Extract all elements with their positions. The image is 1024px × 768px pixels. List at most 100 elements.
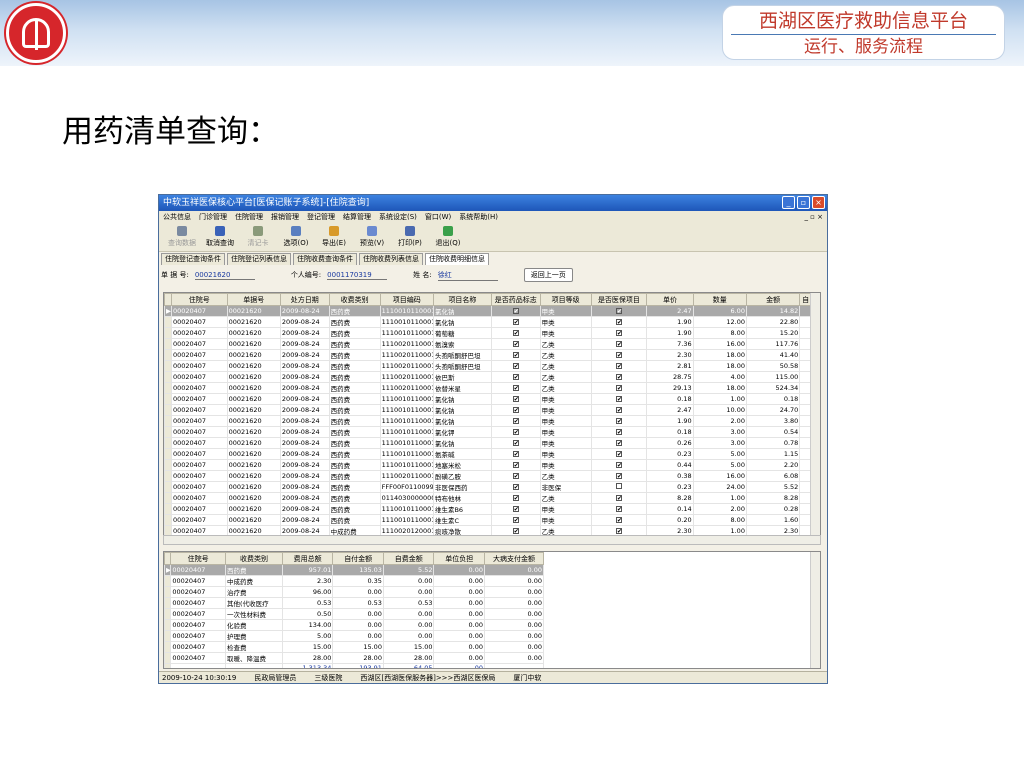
table-cell: ✔ (490, 415, 541, 427)
table-row[interactable]: 00020407 检查费 15.00 15.00 15.00 0.00 0.00 (164, 641, 544, 653)
table-row[interactable]: 00020407 一次性材料费 0.50 0.00 0.00 0.00 0.00 (164, 608, 544, 620)
toolbar-button[interactable]: 预览(V) (355, 224, 389, 251)
table-row[interactable]: 00020407 00021620 2009-08-24 西药费 11100201100… (164, 338, 812, 350)
table-row[interactable]: 00020407 00021620 2009-08-24 西药费 11100201100… (164, 470, 812, 482)
close-button[interactable]: × (812, 196, 825, 209)
column-header[interactable]: 是否医保项目 (590, 293, 648, 306)
column-header[interactable]: 项目名称 (432, 293, 492, 306)
toolbar-button[interactable]: 选项(O) (279, 224, 313, 251)
table-cell: 11100101100010 (379, 327, 434, 339)
table-cell: 2009-08-24 (279, 470, 330, 482)
table-row[interactable]: 00020407 00021620 2009-08-24 西药费 11100101100… (164, 393, 812, 405)
toolbar-label: 预览(V) (359, 239, 385, 247)
column-header[interactable]: 单据号 (226, 293, 281, 306)
column-header[interactable]: 大病支付金额 (484, 552, 544, 565)
table-row[interactable]: 00020407 00021620 2009-08-24 西药费 11100101100… (164, 448, 812, 460)
tab[interactable]: 住院登记列表信息 (227, 253, 291, 265)
column-header[interactable]: 项目等级 (539, 293, 592, 306)
toolbar-button[interactable]: 退出(Q) (431, 224, 465, 251)
column-header[interactable]: 自付金额 (332, 552, 384, 565)
table-row[interactable]: ▶ 00020407 00021620 2009-08-24 西药费 1110010110… (164, 305, 812, 317)
table-row[interactable]: 00020407 取暖、降温费 28.00 28.00 28.00 0.00 0.00 (164, 652, 544, 664)
menu-item[interactable]: 报销管理 (271, 211, 299, 224)
window-title: 中软玉祥医保核心平台[医保记账子系统]-[住院查询] (163, 198, 370, 208)
menu-item[interactable]: 住院管理 (235, 211, 263, 224)
table-cell: 00020407 (170, 338, 228, 350)
table-cell: 8.00 (692, 514, 747, 526)
table-cell: ✔ (590, 503, 648, 515)
menu-item[interactable]: 门诊管理 (199, 211, 227, 224)
menu-item[interactable]: 系统设定(S) (379, 211, 417, 224)
column-header[interactable]: 数量 (692, 293, 747, 306)
table-row[interactable]: 00020407 治疗费 96.00 0.00 0.00 0.00 0.00 (164, 586, 544, 598)
detail-grid-vscroll[interactable] (810, 293, 820, 535)
column-header[interactable]: 是否药品标志 (490, 293, 541, 306)
menu-item[interactable]: 系统帮助(H) (459, 211, 498, 224)
table-row[interactable]: 00020407 护理费 5.00 0.00 0.00 0.00 0.00 (164, 630, 544, 642)
minimize-button[interactable]: _ (782, 196, 795, 209)
menu-item[interactable]: 公共信息 (163, 211, 191, 224)
table-row[interactable]: 00020407 化验费 134.00 0.00 0.00 0.00 0.00 (164, 619, 544, 631)
table-cell: 0.00 (484, 608, 544, 620)
table-row[interactable]: 00020407 00021620 2009-08-24 西药费 11100201100… (164, 382, 812, 394)
tab[interactable]: 住院收费列表信息 (359, 253, 423, 265)
maximize-button[interactable]: ▫ (797, 196, 810, 209)
table-cell: 氯化钾 (432, 426, 492, 438)
table-cell: 0.00 (433, 564, 486, 576)
column-header[interactable]: 单位负担 (433, 552, 486, 565)
column-header[interactable]: 单价 (646, 293, 694, 306)
back-button[interactable]: 返回上一页 (523, 268, 573, 282)
menu-bar: 公共信息 门诊管理 住院管理 报销管理 登记管理 结算管理 系统设定(S) 窗口(W) 系统帮助… (159, 211, 827, 224)
table-cell: 特布他林 (432, 492, 492, 504)
table-cell: 0.23 (646, 481, 694, 493)
column-header[interactable]: 住院号 (170, 293, 228, 306)
table-row[interactable]: 00020407 00021620 2009-08-24 西药费 11100201100… (164, 360, 812, 372)
table-cell: 00021620 (226, 503, 281, 515)
column-header[interactable]: 费用总额 (281, 552, 334, 565)
toolbar-button[interactable]: 导出(E) (317, 224, 351, 251)
table-row[interactable]: 00020407 00021620 2009-08-24 西药费 11100101100… (164, 514, 812, 526)
table-row[interactable]: ▶ 00020407 西药费 957.01 135.03 5.52 0.00 0.00 (164, 564, 544, 576)
table-row[interactable]: 00020407 00021620 2009-08-24 西药费 11100101100… (164, 404, 812, 416)
table-cell: 28.00 (281, 652, 334, 664)
column-header[interactable]: 住院号 (170, 552, 227, 565)
table-row[interactable]: 00020407 00021620 2009-08-24 西药费 01140300000… (164, 492, 812, 504)
menu-item[interactable]: 登记管理 (307, 211, 335, 224)
column-header[interactable]: 自费金额 (382, 552, 435, 565)
menu-item[interactable]: 窗口(W) (425, 211, 451, 224)
table-row[interactable]: 00020407 其他(代收医疗 0.53 0.53 0.53 0.00 0.00 (164, 597, 544, 609)
column-header[interactable]: 金额 (745, 293, 801, 306)
table-row[interactable]: 00020407 00021620 2009-08-24 西药费 11100101100… (164, 415, 812, 427)
column-header[interactable]: 收费类别 (225, 552, 283, 565)
table-row[interactable]: 00020407 00021620 2009-08-24 西药费 11100101100… (164, 437, 812, 449)
column-header[interactable]: 项目编码 (379, 293, 434, 306)
table-row[interactable]: 00020407 中成药费 2.30 0.35 0.00 0.00 0.00 (164, 575, 544, 587)
table-cell: 乙类 (539, 470, 592, 482)
column-header[interactable]: 处方日期 (279, 293, 330, 306)
column-header[interactable]: 收费类别 (328, 293, 381, 306)
tab[interactable]: 住院登记查询条件 (161, 253, 225, 265)
table-row[interactable]: 00020407 00021620 2009-08-24 西药费 11100101100… (164, 503, 812, 515)
toolbar-icon (291, 226, 301, 236)
mdi-controls[interactable]: _ ▫ × (804, 211, 823, 224)
table-row[interactable]: 00020407 00021620 2009-08-24 西药费 FFF00F01100… (164, 481, 812, 493)
detail-grid-hscroll[interactable] (163, 535, 821, 545)
table-row[interactable]: 00020407 00021620 2009-08-24 西药费 11100101100… (164, 426, 812, 438)
table-row[interactable]: 00020407 00021620 2009-08-24 西药费 11100101100… (164, 459, 812, 471)
toolbar-button[interactable]: 打印(P) (393, 224, 427, 251)
table-row[interactable]: 00020407 00021620 2009-08-24 西药费 11100201100… (164, 371, 812, 383)
table-row[interactable]: 00020407 00021620 2009-08-24 西药费 11100201100… (164, 349, 812, 361)
summary-grid-vscroll[interactable] (810, 552, 820, 668)
tab[interactable]: 住院收费查询条件 (293, 253, 357, 265)
table-row[interactable]: 00020407 00021620 2009-08-24 西药费 11100101100… (164, 316, 812, 328)
toolbar: 查询数据 取消查询 清记卡 选项(O) 导出(E) 预览(V) 打印(P) 退出(Q) (159, 224, 827, 252)
table-cell: 乙类 (539, 492, 592, 504)
table-cell: 18.00 (692, 382, 747, 394)
menu-item[interactable]: 结算管理 (343, 211, 371, 224)
table-cell: 2009-08-24 (279, 492, 330, 504)
toolbar-button[interactable]: 取消查询 (203, 224, 237, 251)
checkbox: ✔ (615, 451, 622, 458)
table-row[interactable]: 00020407 00021620 2009-08-24 西药费 11100101100… (164, 327, 812, 339)
table-cell: ✔ (490, 305, 541, 317)
tab[interactable]: 住院收费明细信息 (425, 253, 489, 265)
